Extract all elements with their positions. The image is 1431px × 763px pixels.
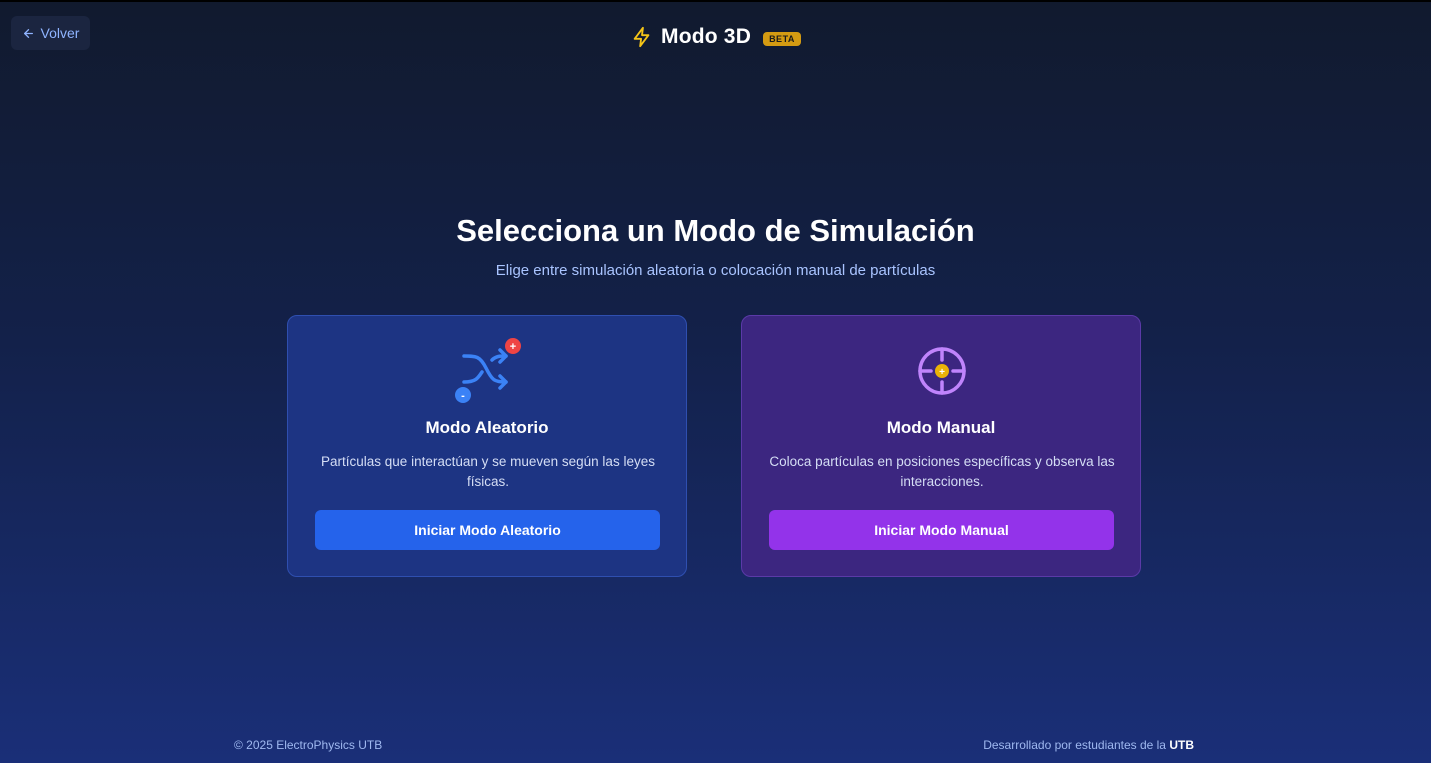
minus-badge: - — [461, 390, 465, 402]
manual-mode-card[interactable]: + Modo Manual Coloca partículas en posic… — [741, 315, 1141, 577]
manual-mode-description: Coloca partículas en posiciones específi… — [769, 454, 1115, 489]
plus-badge: + — [510, 341, 516, 353]
random-mode-title: Modo Aleatorio — [425, 418, 549, 437]
footer-copyright: © 2025 ElectroPhysics UTB — [234, 738, 383, 752]
random-mode-card[interactable]: + - Modo Aleatorio Partículas que intera… — [287, 315, 687, 577]
page-title: Modo 3D — [661, 25, 752, 48]
footer-credit: Desarrollado por estudiantes de la UTB — [983, 738, 1194, 752]
top-border — [0, 0, 1431, 2]
crosshair-icon: + — [918, 347, 966, 395]
back-label: Volver — [40, 25, 80, 41]
shuffle-icon: + - — [455, 338, 521, 403]
start-random-mode-button[interactable]: Iniciar Modo Aleatorio — [315, 510, 660, 550]
start-manual-mode-button[interactable]: Iniciar Modo Manual — [769, 510, 1114, 550]
beta-badge: BETA — [763, 32, 801, 46]
back-button[interactable]: Volver — [11, 16, 90, 50]
arrow-left-icon — [23, 28, 33, 38]
footer-credit-strong: UTB — [1169, 738, 1194, 752]
manual-mode-title: Modo Manual — [886, 418, 996, 437]
center-badge: + — [939, 367, 945, 378]
lightning-icon — [633, 26, 650, 48]
footer-credit-prefix: Desarrollado por estudiantes de la — [983, 738, 1166, 752]
random-mode-description: Partículas que interactúan y se mueven s… — [321, 454, 655, 489]
app-brand: Modo 3D BETA — [631, 24, 801, 50]
main-subheading: Elige entre simulación aleatoria o coloc… — [495, 262, 936, 279]
main-heading: Selecciona un Modo de Simulación — [456, 213, 975, 248]
